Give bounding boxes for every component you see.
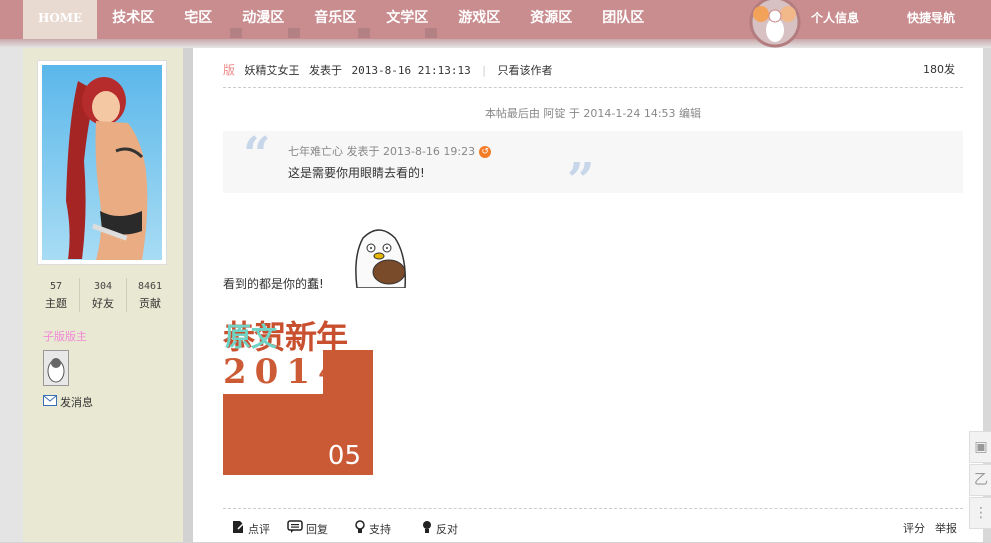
nav-music[interactable]: 音乐区 — [299, 0, 371, 39]
report-link[interactable]: 举报 — [935, 520, 957, 536]
quote-block: “ 七年难亡心 发表于 2013-8-16 19:23 ↺ 这是需要你用眼睛去看的… — [223, 127, 963, 209]
author-avatar[interactable] — [38, 61, 166, 264]
nav-resources[interactable]: 资源区 — [515, 0, 587, 39]
feedback-icon[interactable]: ▣ — [969, 431, 991, 463]
nav-games[interactable]: 游戏区 — [443, 0, 515, 39]
floating-side-tools: ▣ 乙 ⋮ — [969, 431, 991, 530]
bulb-icon — [354, 519, 366, 537]
site-mascot-logo[interactable] — [747, 0, 803, 48]
post-author[interactable]: 妖精艾女王 — [245, 64, 300, 77]
posted-label: 发表于 — [309, 64, 343, 77]
main-nav: HOME 技术区 宅区 动漫区 音乐区 文学区 游戏区 资源区 团队区 — [23, 0, 659, 39]
medal-icon[interactable] — [43, 350, 69, 386]
floor-number[interactable]: 180发 — [923, 60, 955, 80]
penguin-emoticon — [349, 226, 409, 289]
nav-home[interactable]: HOME — [23, 0, 98, 39]
stat-friends[interactable]: 304 好友 — [79, 278, 126, 312]
moderator-badge: 版 — [223, 63, 236, 77]
reply-icon — [287, 520, 303, 537]
new-year-image[interactable]: 恭贺新年 原文 2014 05 — [223, 311, 373, 475]
comment-icon — [232, 520, 245, 537]
nav-literature[interactable]: 文学区 — [371, 0, 443, 39]
grid-icon[interactable]: ⋮ — [969, 497, 991, 529]
support-button[interactable]: 支持 — [354, 519, 391, 537]
left-gutter — [0, 0, 23, 542]
envelope-icon — [43, 395, 57, 409]
author-rank[interactable]: 子版版主 — [43, 328, 87, 344]
comment-button[interactable]: 点评 — [232, 520, 270, 537]
rate-link[interactable]: 评分 — [903, 520, 925, 536]
close-quote-icon: ” — [567, 153, 595, 209]
profile-link[interactable]: 个人信息 — [811, 0, 859, 39]
quote-meta: 七年难亡心 发表于 2013-8-16 19:23 ↺ — [288, 143, 492, 159]
reply-button[interactable]: 回复 — [287, 520, 328, 537]
nav-anime[interactable]: 动漫区 — [227, 0, 299, 39]
post-time: 2013-8-16 21:13:13 — [351, 64, 471, 77]
nav-team[interactable]: 团队区 — [587, 0, 659, 39]
edit-note: 本帖最后由 阿锭 于 2014-1-24 14:53 编辑 — [484, 107, 702, 120]
post-action-bar: 点评 回复 支持 反对 评分 举报 — [223, 508, 963, 543]
stat-threads[interactable]: 57 主题 — [33, 278, 79, 312]
post-body-text: 看到的都是你的蠢! — [223, 277, 324, 291]
send-message-link[interactable]: 发消息 — [43, 394, 93, 410]
jump-back-icon[interactable]: ↺ — [479, 146, 492, 158]
post-header: 版 妖精艾女王 发表于 2013-8-16 21:13:13 | 只看该作者 1… — [223, 60, 963, 88]
stat-contribution[interactable]: 8461 贡献 — [126, 278, 173, 312]
reply-float-icon[interactable]: 乙 — [969, 464, 991, 496]
bulb-off-icon — [421, 520, 433, 537]
oppose-button[interactable]: 反对 — [421, 520, 458, 537]
author-stats: 57 主题 304 好友 8461 贡献 — [33, 278, 173, 312]
nav-tech[interactable]: 技术区 — [97, 0, 169, 39]
column-divider — [183, 0, 193, 542]
nav-otaku[interactable]: 宅区 — [169, 0, 227, 39]
quote-text: 这是需要你用眼睛去看的! — [288, 166, 425, 180]
only-author-link[interactable]: 只看该作者 — [497, 64, 552, 77]
open-quote-icon: “ — [243, 127, 271, 183]
quick-nav-link[interactable]: 快捷导航 — [907, 0, 955, 39]
